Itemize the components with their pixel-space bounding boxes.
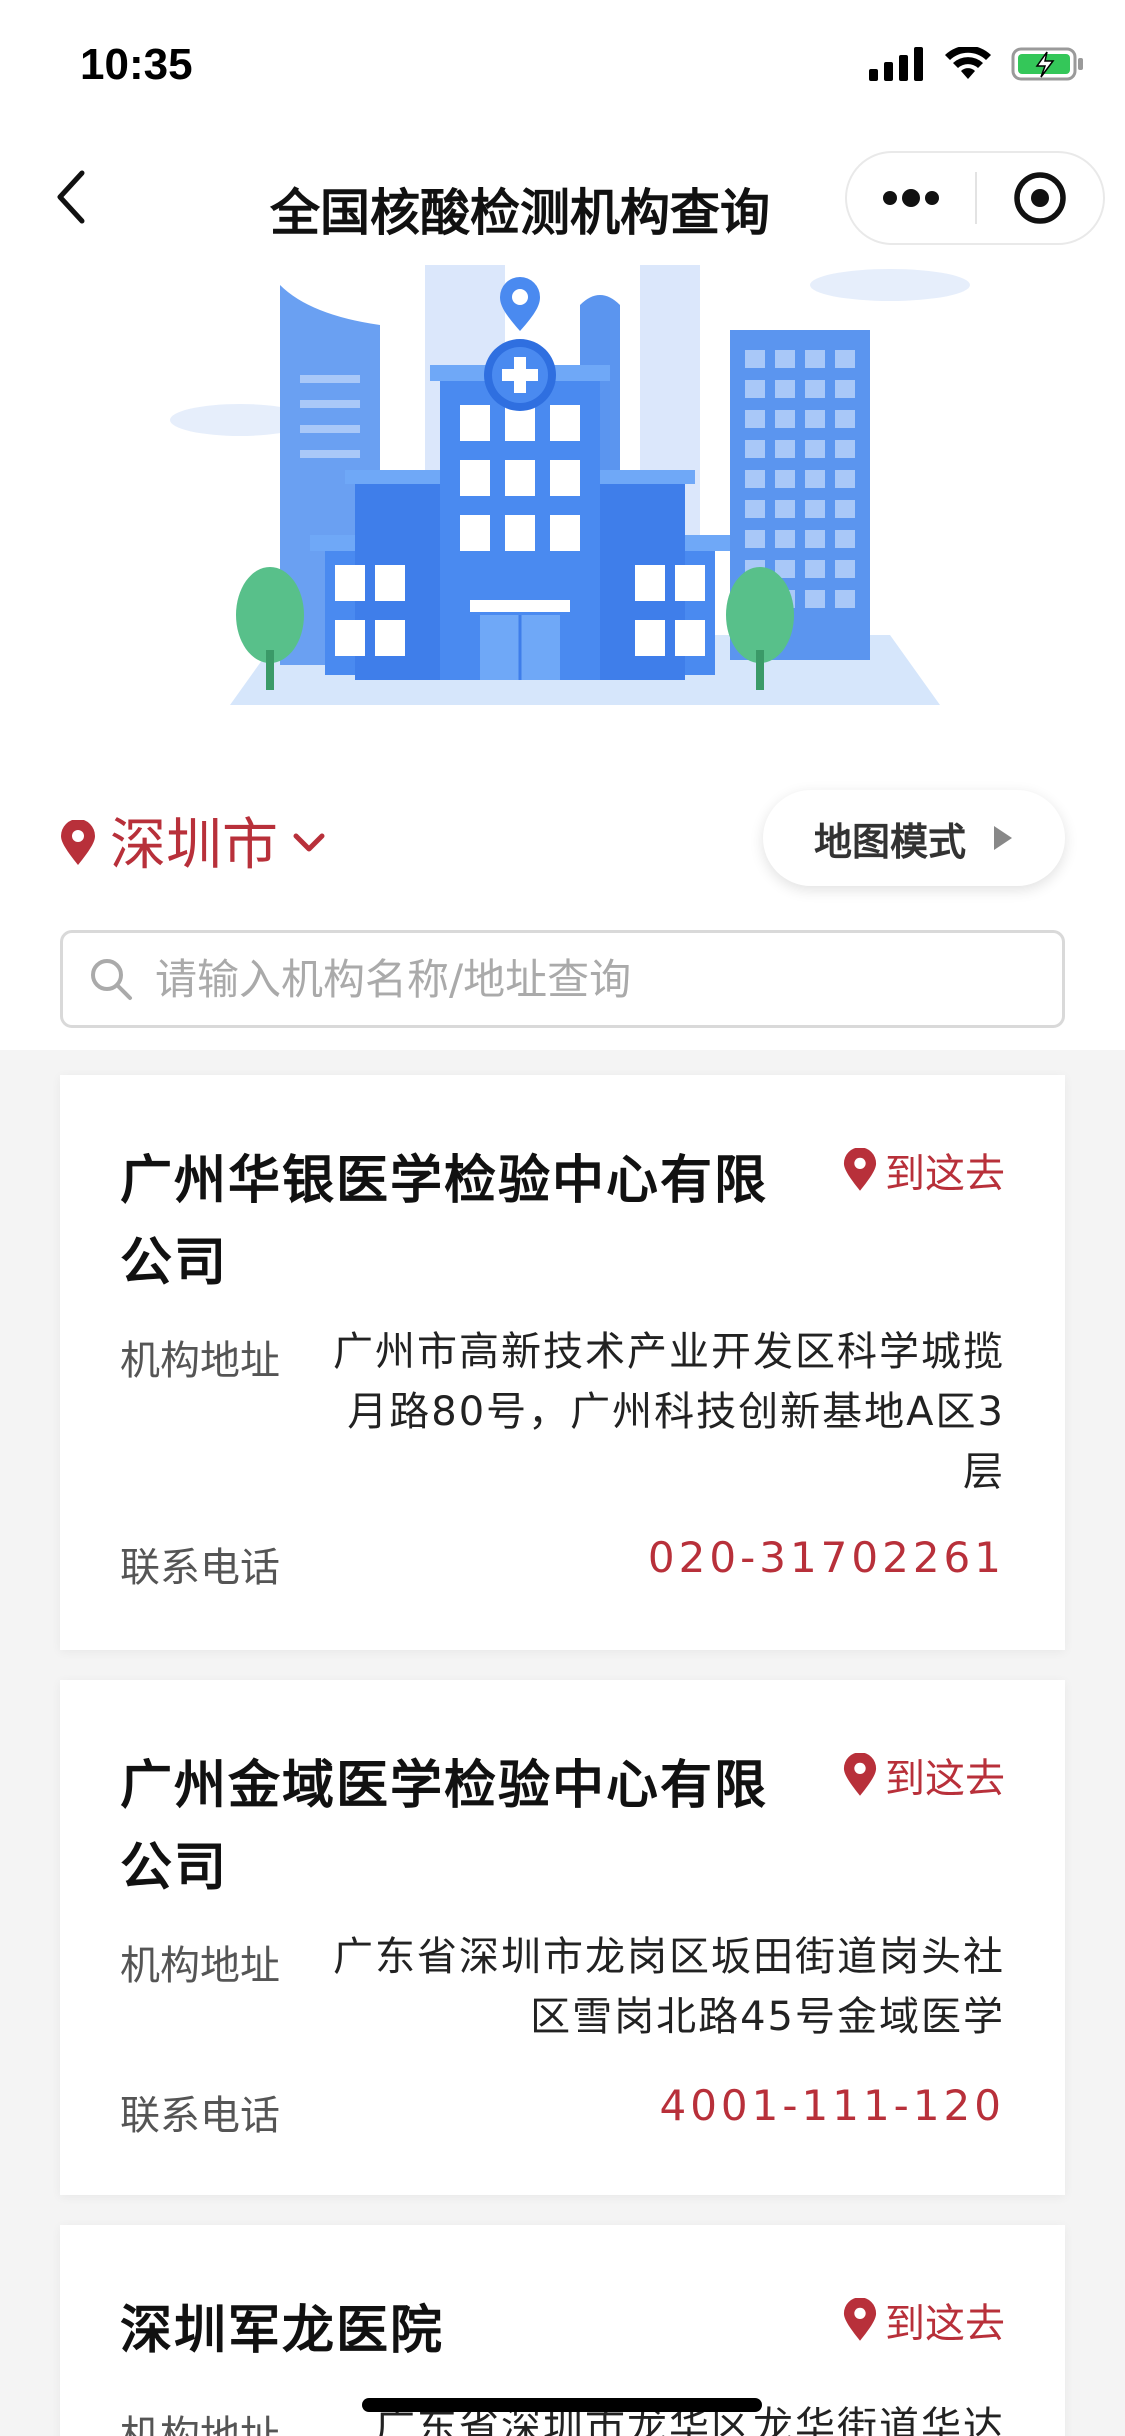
more-button[interactable] [847, 151, 975, 245]
wifi-icon [945, 47, 991, 79]
battery-charging-icon [1011, 47, 1083, 81]
home-indicator [362, 2398, 762, 2412]
page-title: 全国核酸检测机构查询 [270, 184, 770, 242]
status-bar: 10:35 [0, 0, 1125, 135]
navigate-link[interactable]: 到这去 [843, 2291, 1005, 2349]
signal-icon [869, 47, 923, 81]
address-label: 机构地址 [120, 1943, 280, 1989]
institution-card[interactable]: 广州金域医学检验中心有限公司 到这去 机构地址 广东省深圳市龙岗区坂田街道岗头社… [60, 1680, 1065, 2195]
address-label: 机构地址 [120, 2413, 280, 2436]
close-button[interactable] [977, 151, 1103, 245]
nav-bar: 全国核酸检测机构查询 [0, 135, 1125, 265]
location-pin-icon [61, 819, 95, 865]
phone-label: 联系电话 [120, 1545, 280, 1591]
institution-name: 广州华银医学检验中心有限公司 [120, 1151, 769, 1293]
search-icon [91, 959, 132, 1000]
institution-address: 广东省深圳市龙岗区坂田街道岗头社区雪岗北路45号金域医学 [333, 1934, 1005, 2040]
more-dots-icon [883, 189, 939, 207]
hospital-illustration [170, 265, 970, 705]
navigate-link[interactable]: 到这去 [843, 1141, 1005, 1199]
navigate-label: 到这去 [885, 2301, 1005, 2347]
search-box[interactable] [60, 930, 1065, 1028]
mini-program-capsule [845, 151, 1105, 245]
back-button[interactable] [40, 165, 104, 229]
map-mode-button[interactable]: 地图模式 [763, 790, 1065, 886]
city-name: 深圳市 [110, 800, 278, 885]
chevron-left-icon [57, 170, 85, 224]
target-close-icon [1014, 172, 1066, 224]
institution-address: 广州市高新技术产业开发区科学城揽月路80号，广州科技创新基地A区3层 [333, 1329, 1005, 1495]
institution-name: 广州金域医学检验中心有限公司 [120, 1756, 769, 1898]
institution-phone[interactable]: 020-31702261 [648, 1533, 1005, 1582]
institution-card[interactable]: 广州华银医学检验中心有限公司 到这去 机构地址 广州市高新技术产业开发区科学城揽… [60, 1075, 1065, 1650]
navigate-link[interactable]: 到这去 [843, 1746, 1005, 1804]
location-pin-icon [843, 2298, 877, 2341]
address-label: 机构地址 [120, 1338, 280, 1384]
institution-name: 深圳军龙医院 [120, 2301, 445, 2361]
navigate-label: 到这去 [885, 1756, 1005, 1802]
map-mode-label: 地图模式 [813, 819, 966, 864]
status-icons [869, 46, 1085, 82]
location-pin-icon [843, 1753, 877, 1796]
search-input[interactable] [155, 954, 1035, 1004]
city-selector[interactable]: 深圳市 [60, 800, 326, 885]
status-time: 10:35 [80, 40, 193, 89]
chevron-down-icon [293, 833, 325, 851]
city-row: 深圳市 地图模式 [0, 780, 1125, 900]
phone-label: 联系电话 [120, 2093, 280, 2139]
institution-phone[interactable]: 4001-111-120 [659, 2081, 1005, 2130]
navigate-label: 到这去 [885, 1151, 1005, 1197]
play-triangle-icon [994, 826, 1012, 850]
location-pin-icon [843, 1148, 877, 1191]
